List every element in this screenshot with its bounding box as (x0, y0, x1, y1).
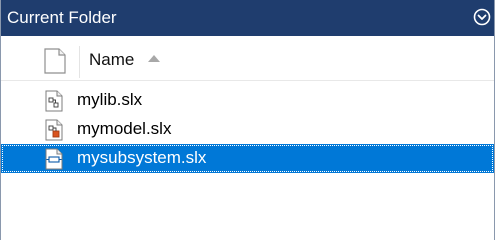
name-column-label: Name (89, 50, 135, 69)
chevron-circle-down-icon[interactable] (472, 7, 492, 27)
file-row-mylib[interactable]: mylib.slx (1, 86, 494, 115)
sort-ascending-icon (148, 55, 161, 62)
file-name: mylib.slx (77, 90, 143, 109)
simulink-subsystem-icon (43, 148, 65, 170)
focus-outline (2, 145, 493, 172)
panel-title-bar[interactable]: Current Folder (1, 0, 494, 36)
file-name: mysubsystem.slx (77, 148, 207, 167)
file-name: mymodel.slx (77, 119, 172, 138)
blank-file-icon (44, 48, 66, 74)
simulink-library-icon (43, 90, 65, 112)
panel-title: Current Folder (7, 8, 117, 27)
current-folder-panel: Current Folder Name mylib.slx mymodel.sl… (0, 0, 495, 240)
file-type-column-header[interactable] (41, 46, 71, 76)
file-row-mysubsystem[interactable]: mysubsystem.slx (1, 144, 494, 173)
column-header-row: Name (1, 42, 494, 81)
simulink-model-icon (43, 119, 65, 141)
name-column-header[interactable]: Name (89, 50, 161, 70)
file-row-mymodel[interactable]: mymodel.slx (1, 115, 494, 144)
column-separator[interactable] (79, 46, 80, 78)
